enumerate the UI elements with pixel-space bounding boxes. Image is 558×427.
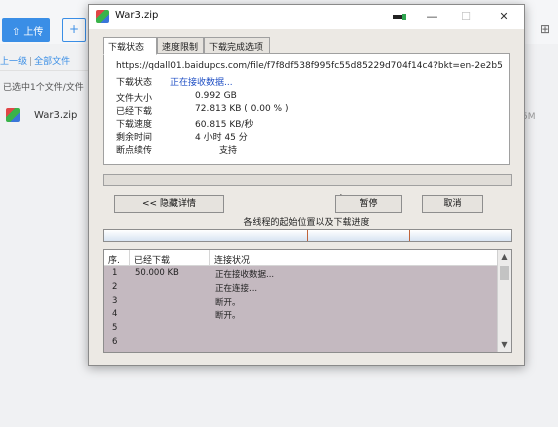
breadcrumb-separator: | <box>29 57 33 67</box>
info-value: 0.992 GB <box>195 91 237 101</box>
row-downloaded: 50.000 KB <box>135 268 179 278</box>
info-value: 60.815 KB/秒 <box>195 120 254 130</box>
close-button[interactable]: ✕ <box>487 5 521 29</box>
maximize-button[interactable]: ☐ <box>449 5 483 29</box>
table-row[interactable]: 5 <box>104 322 497 336</box>
pause-button[interactable]: 暂停 <box>335 195 402 213</box>
more-icon[interactable]: ⊞ <box>540 22 550 36</box>
info-label: 剩余时间 <box>116 133 153 143</box>
app-icon <box>96 10 109 23</box>
row-index: 3 <box>112 295 118 306</box>
row-index: 2 <box>112 281 118 292</box>
threads-table: 序. 已经下载 连接状况 1 50.000 KB 正在接收数据... 2 正在连… <box>103 249 512 353</box>
zip-file-icon <box>6 108 20 122</box>
status-panel: https://qdall01.baidupcs.com/file/f7f8df… <box>103 53 510 210</box>
selection-status: 已选中1个文件/文件 <box>3 83 84 93</box>
threads-progress-bar <box>103 229 512 242</box>
table-row[interactable]: 2 正在连接... <box>104 281 497 295</box>
column-header-downloaded[interactable]: 已经下载 <box>130 250 210 266</box>
row-index: 6 <box>112 336 118 347</box>
row-status: 正在接收数据... <box>215 270 275 280</box>
status-row: 下载状态 正在接收数据... <box>116 75 233 88</box>
tab-completion-options[interactable]: 下载完成选项 <box>204 37 270 54</box>
table-row[interactable]: 1 50.000 KB 正在接收数据... <box>104 267 497 281</box>
minimize-button[interactable]: — <box>415 5 449 29</box>
info-value: 72.813 KB ( 0.00 % ) <box>195 104 289 114</box>
status-label: 下载状态 <box>116 78 153 88</box>
scroll-up-icon[interactable]: ▲ <box>498 250 511 264</box>
info-label: 文件大小 <box>116 94 153 104</box>
table-body: 1 50.000 KB 正在接收数据... 2 正在连接... 3 断开。 4 … <box>104 267 497 350</box>
tray-button[interactable] <box>381 5 415 29</box>
download-url: https://qdall01.baidupcs.com/file/f7f8df… <box>116 61 503 71</box>
scroll-thumb[interactable] <box>500 266 509 280</box>
table-row[interactable]: 6 <box>104 336 497 350</box>
row-index: 4 <box>112 309 118 320</box>
row-index: 5 <box>112 323 118 334</box>
column-header-index[interactable]: 序. <box>104 250 130 266</box>
row-index: 1 <box>112 268 118 278</box>
row-status: 正在连接... <box>215 283 258 294</box>
table-scrollbar[interactable]: ▲ ▼ <box>497 250 511 352</box>
info-value: 4 小时 45 分 <box>195 133 248 143</box>
breadcrumb-root-link[interactable]: 全部文件 <box>34 57 70 67</box>
status-value: 正在接收数据... <box>170 78 233 88</box>
threads-label: 各线程的起始位置以及下载进度 <box>243 218 370 228</box>
breadcrumb: 上一级 | 全部文件 <box>0 54 90 67</box>
info-label: 断点续传 <box>116 146 153 156</box>
thread-start-marker <box>307 230 308 241</box>
upload-button[interactable]: ⇧ 上传 <box>2 18 50 42</box>
tab-speed-limit[interactable]: 速度限制 <box>157 37 204 54</box>
thread-start-marker <box>409 230 410 241</box>
window-title: War3.zip <box>115 10 159 21</box>
file-name: War3.zip <box>34 109 78 121</box>
info-value: 支持 <box>219 146 238 156</box>
info-label: 已经下载 <box>116 107 153 117</box>
table-row[interactable]: 3 断开。 <box>104 295 497 309</box>
upload-label: 上传 <box>23 27 44 38</box>
divider <box>0 70 90 71</box>
tray-icon <box>393 14 406 20</box>
row-status: 断开。 <box>215 311 241 322</box>
cancel-button[interactable]: 取消 <box>422 195 483 213</box>
scroll-down-icon[interactable]: ▼ <box>498 338 511 352</box>
info-label: 下载速度 <box>116 120 153 130</box>
table-header: 序. 已经下载 连接状况 <box>104 250 497 266</box>
file-list-item[interactable]: War3.zip <box>6 108 96 128</box>
new-folder-button[interactable]: + <box>62 18 86 42</box>
tab-download-status[interactable]: 下载状态 <box>103 37 157 55</box>
row-status: 断开。 <box>215 297 241 308</box>
column-header-connection[interactable]: 连接状况 <box>210 250 497 266</box>
title-bar[interactable]: War3.zip — ☐ ✕ <box>89 5 524 29</box>
overall-progress-bar <box>103 174 512 186</box>
hide-details-button[interactable]: << 隐藏详情 <box>114 195 224 213</box>
table-row[interactable]: 4 断开。 <box>104 308 497 322</box>
download-dialog: War3.zip — ☐ ✕ 下载状态 速度限制 下载完成选项 https://… <box>88 4 525 366</box>
upload-icon: ⇧ <box>12 27 21 38</box>
breadcrumb-back-link[interactable]: 上一级 <box>0 57 27 67</box>
